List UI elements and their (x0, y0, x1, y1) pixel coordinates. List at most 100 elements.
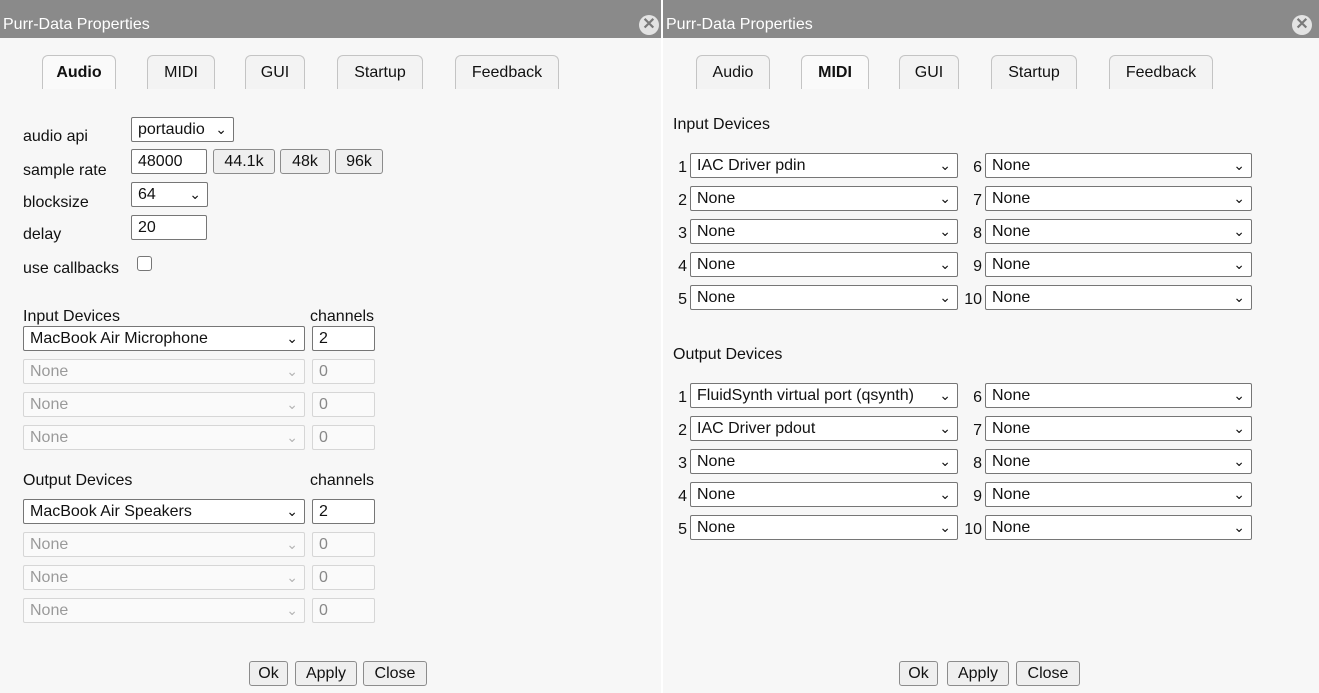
chevron-down-icon: ⌄ (1233, 157, 1245, 173)
sample-rate-field[interactable]: 48000 (131, 149, 207, 174)
rate-48k-button[interactable]: 48k (280, 149, 330, 174)
chevron-down-icon: ⌄ (939, 157, 951, 173)
chevron-down-icon: ⌄ (1233, 256, 1245, 272)
tab-startup[interactable]: Startup (337, 55, 423, 89)
rate-44k-button[interactable]: 44.1k (213, 149, 275, 174)
chevron-down-icon: ⌄ (286, 536, 298, 552)
chevron-down-icon: ⌄ (286, 330, 298, 346)
ok-button[interactable]: Ok (249, 661, 288, 686)
input-slot-number: 8 (973, 225, 982, 242)
tab-midi[interactable]: MIDI (801, 55, 869, 89)
midi-input-select-5[interactable]: None ⌄ (690, 285, 958, 310)
close-button[interactable]: Close (1016, 661, 1080, 686)
use-callbacks-checkbox[interactable] (137, 256, 152, 271)
input-devices-heading: Input Devices (23, 308, 120, 325)
chevron-down-icon: ⌄ (939, 453, 951, 469)
use-callbacks-label: use callbacks (23, 260, 120, 277)
input-slot-number: 3 (678, 225, 687, 242)
input-slot-number: 2 (678, 192, 687, 209)
blocksize-select[interactable]: 64 ⌄ (131, 182, 208, 207)
tab-audio[interactable]: Audio (42, 55, 116, 89)
output-devices-heading: Output Devices (23, 472, 133, 489)
midi-input-select-3[interactable]: None ⌄ (690, 219, 958, 244)
input-slot-number: 9 (973, 258, 982, 275)
chevron-down-icon: ⌄ (215, 121, 227, 137)
tab-audio[interactable]: Audio (696, 55, 770, 89)
tab-bar: Audio MIDI GUI Startup Feedback (663, 38, 1319, 90)
output-slot-number: 1 (678, 389, 687, 406)
audio-api-select[interactable]: portaudio ⌄ (131, 117, 234, 142)
close-button[interactable]: Close (363, 661, 427, 686)
close-icon[interactable]: ✕ (1292, 15, 1312, 35)
midi-output-select-10[interactable]: None ⌄ (985, 515, 1252, 540)
midi-input-devices-heading: Input Devices (673, 116, 770, 133)
output-channels-field-2: 0 (312, 532, 375, 557)
tab-feedback[interactable]: Feedback (455, 55, 559, 89)
rate-96k-button[interactable]: 96k (335, 149, 383, 174)
input-slot-number: 6 (973, 159, 982, 176)
midi-output-select-3[interactable]: None ⌄ (690, 449, 958, 474)
delay-label: delay (23, 226, 62, 243)
chevron-down-icon: ⌄ (286, 569, 298, 585)
input-channels-field-4: 0 (312, 425, 375, 450)
output-channels-field-4: 0 (312, 598, 375, 623)
input-slot-number: 10 (964, 291, 982, 308)
tab-gui[interactable]: GUI (245, 55, 305, 89)
midi-output-select-6[interactable]: None ⌄ (985, 383, 1252, 408)
audio-properties-window: Purr-Data Properties ✕ Audio MIDI GUI St… (0, 0, 662, 693)
tab-startup[interactable]: Startup (991, 55, 1077, 89)
chevron-down-icon: ⌄ (189, 186, 201, 202)
midi-output-select-8[interactable]: None ⌄ (985, 449, 1252, 474)
input-device-select-4: None ⌄ (23, 425, 305, 450)
input-slot-number: 4 (678, 258, 687, 275)
output-slot-number: 3 (678, 455, 687, 472)
chevron-down-icon: ⌄ (939, 256, 951, 272)
close-icon[interactable]: ✕ (639, 15, 659, 35)
chevron-down-icon: ⌄ (939, 519, 951, 535)
chevron-down-icon: ⌄ (1233, 223, 1245, 239)
midi-output-select-9[interactable]: None ⌄ (985, 482, 1252, 507)
blocksize-label: blocksize (23, 194, 89, 211)
chevron-down-icon: ⌄ (286, 396, 298, 412)
apply-button[interactable]: Apply (947, 661, 1009, 686)
chevron-down-icon: ⌄ (939, 289, 951, 305)
midi-output-select-1[interactable]: FluidSynth virtual port (qsynth) ⌄ (690, 383, 958, 408)
title-bar[interactable]: Purr-Data Properties ✕ (0, 0, 662, 38)
output-slot-number: 2 (678, 422, 687, 439)
input-channels-field-1[interactable]: 2 (312, 326, 375, 351)
output-slot-number: 9 (973, 488, 982, 505)
midi-output-select-2[interactable]: IAC Driver pdout ⌄ (690, 416, 958, 441)
tab-midi[interactable]: MIDI (147, 55, 215, 89)
delay-field[interactable]: 20 (131, 215, 207, 240)
midi-input-select-10[interactable]: None ⌄ (985, 285, 1252, 310)
input-slot-number: 5 (678, 291, 687, 308)
tab-gui[interactable]: GUI (899, 55, 959, 89)
midi-input-select-1[interactable]: IAC Driver pdin ⌄ (690, 153, 958, 178)
input-channels-field-2: 0 (312, 359, 375, 384)
chevron-down-icon: ⌄ (939, 486, 951, 502)
midi-input-select-8[interactable]: None ⌄ (985, 219, 1252, 244)
output-device-select-2: None ⌄ (23, 532, 305, 557)
midi-output-select-7[interactable]: None ⌄ (985, 416, 1252, 441)
output-channels-field-1[interactable]: 2 (312, 499, 375, 524)
input-channels-heading: channels (310, 308, 375, 325)
input-device-select-1[interactable]: MacBook Air Microphone ⌄ (23, 326, 305, 351)
chevron-down-icon: ⌄ (939, 420, 951, 436)
tab-bar: Audio MIDI GUI Startup Feedback (0, 38, 662, 90)
midi-input-select-9[interactable]: None ⌄ (985, 252, 1252, 277)
output-channels-field-3: 0 (312, 565, 375, 590)
apply-button[interactable]: Apply (295, 661, 357, 686)
midi-input-select-7[interactable]: None ⌄ (985, 186, 1252, 211)
tab-feedback[interactable]: Feedback (1109, 55, 1213, 89)
midi-input-select-4[interactable]: None ⌄ (690, 252, 958, 277)
midi-input-select-6[interactable]: None ⌄ (985, 153, 1252, 178)
midi-output-select-4[interactable]: None ⌄ (690, 482, 958, 507)
output-slot-number: 8 (973, 455, 982, 472)
ok-button[interactable]: Ok (899, 661, 938, 686)
output-device-select-1[interactable]: MacBook Air Speakers ⌄ (23, 499, 305, 524)
audio-api-label: audio api (23, 128, 88, 145)
title-bar[interactable]: Purr-Data Properties ✕ (663, 0, 1319, 38)
midi-input-select-2[interactable]: None ⌄ (690, 186, 958, 211)
midi-output-select-5[interactable]: None ⌄ (690, 515, 958, 540)
chevron-down-icon: ⌄ (1233, 190, 1245, 206)
